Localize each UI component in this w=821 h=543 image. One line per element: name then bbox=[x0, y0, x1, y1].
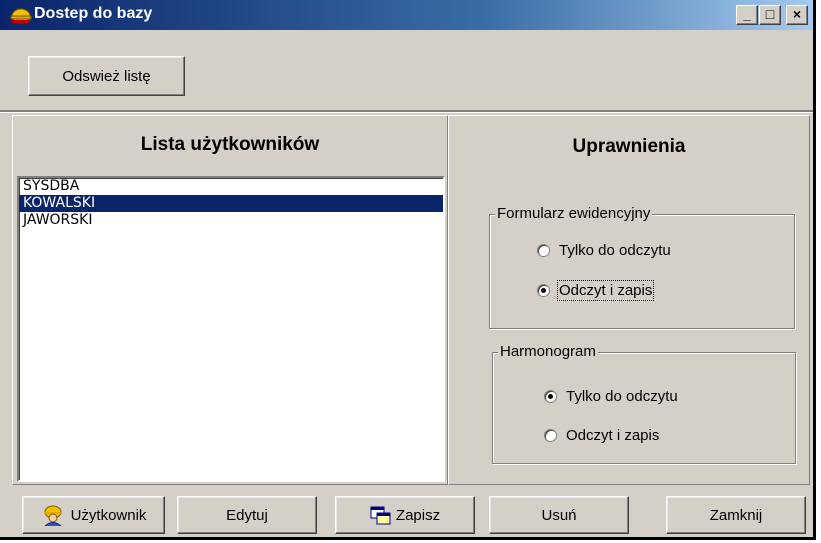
group-harmonogram-title: Harmonogram bbox=[498, 343, 598, 360]
users-listbox[interactable]: SYSDBA KOWALSKI JAWORSKI bbox=[17, 176, 445, 482]
save-button-label: Zapisz bbox=[395, 506, 441, 524]
delete-button[interactable]: Usuń bbox=[489, 496, 629, 534]
list-item[interactable]: KOWALSKI bbox=[19, 195, 443, 212]
minimize-button[interactable]: _ bbox=[736, 5, 758, 25]
permissions-heading: Uprawnienia bbox=[572, 136, 686, 157]
radio-label: Tylko do odczytu bbox=[566, 388, 678, 405]
user-button[interactable]: Użytkownik bbox=[22, 496, 165, 534]
radio-circle-selected bbox=[544, 390, 557, 403]
refresh-list-button[interactable]: Odswież listę bbox=[28, 56, 185, 96]
close-button[interactable]: Zamknij bbox=[666, 496, 806, 534]
users-panel: Lista użytkowników SYSDBA KOWALSKI JAWORSK… bbox=[12, 115, 448, 485]
user-hardhat-icon bbox=[41, 504, 65, 526]
harmonogram-readonly-radio[interactable]: Tylko do odczytu bbox=[544, 388, 678, 405]
main-window: Dostep do bazy _ □ × Odswież listę Lista… bbox=[0, 0, 816, 540]
radio-label: Tylko do odczytu bbox=[559, 242, 671, 259]
maximize-button[interactable]: □ bbox=[759, 5, 781, 25]
save-window-icon bbox=[370, 505, 392, 525]
radio-label: Odczyt i zapis bbox=[556, 280, 655, 301]
radio-circle-selected bbox=[537, 284, 550, 297]
bottom-toolbar: Użytkownik Edytuj Zapisz Usuń Zamknij bbox=[0, 489, 813, 537]
group-formularz-title: Formularz ewidencyjny bbox=[495, 205, 653, 222]
title-bar[interactable]: Dostep do bazy _ □ × bbox=[0, 0, 813, 30]
hardhat-app-icon bbox=[10, 5, 32, 25]
toolbar-divider bbox=[0, 110, 813, 113]
users-heading: Lista użytkowników bbox=[140, 134, 320, 155]
formularz-readonly-radio[interactable]: Tylko do odczytu bbox=[537, 242, 671, 259]
save-button[interactable]: Zapisz bbox=[335, 496, 475, 534]
radio-circle bbox=[544, 429, 557, 442]
close-window-button[interactable]: × bbox=[786, 5, 808, 25]
list-item[interactable]: SYSDBA bbox=[19, 178, 443, 195]
edit-button[interactable]: Edytuj bbox=[177, 496, 317, 534]
radio-label: Odczyt i zapis bbox=[566, 427, 660, 444]
formularz-readwrite-radio[interactable]: Odczyt i zapis bbox=[537, 280, 655, 301]
group-harmonogram: Harmonogram Tylko do odczytu Odczyt i za… bbox=[492, 343, 796, 464]
user-button-label: Użytkownik bbox=[70, 506, 147, 524]
permissions-panel: Uprawnienia Formularz ewidencyjny Tylko … bbox=[448, 115, 810, 485]
window-title: Dostep do bazy bbox=[34, 5, 153, 22]
radio-circle bbox=[537, 244, 550, 257]
list-item[interactable]: JAWORSKI bbox=[19, 212, 443, 229]
group-formularz: Formularz ewidencyjny Tylko do odczytu O… bbox=[489, 205, 795, 329]
harmonogram-readwrite-radio[interactable]: Odczyt i zapis bbox=[544, 427, 659, 444]
